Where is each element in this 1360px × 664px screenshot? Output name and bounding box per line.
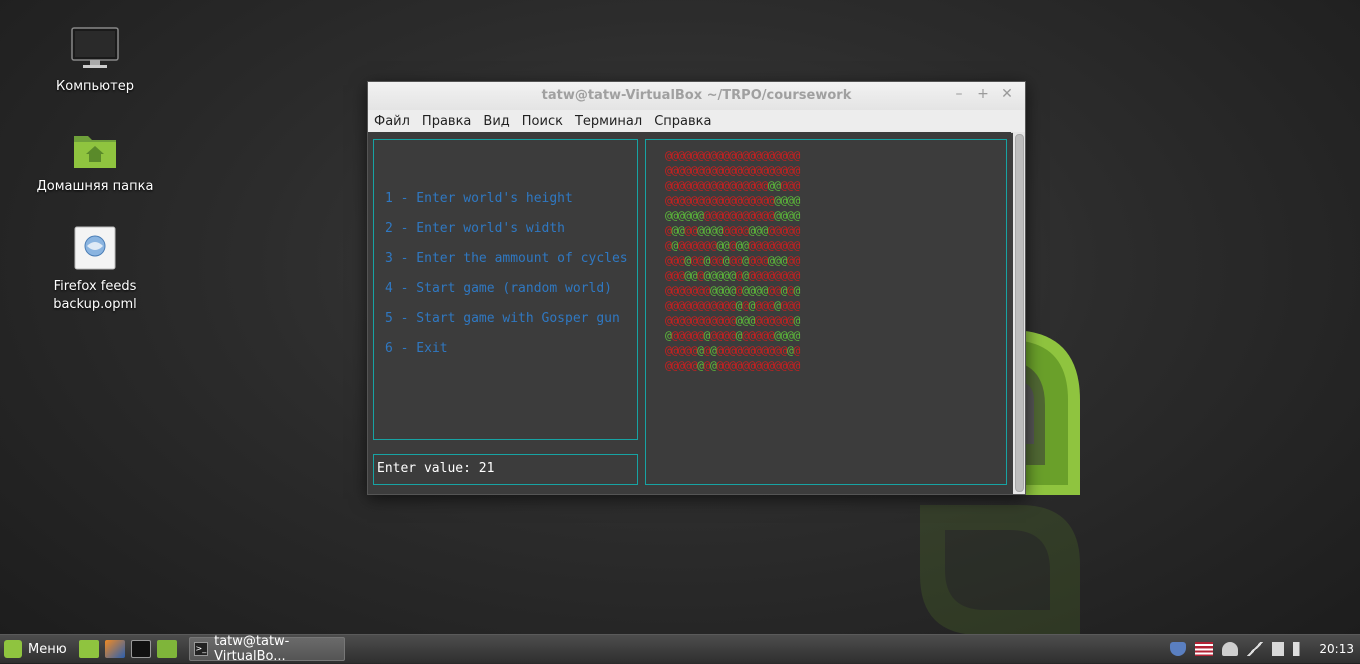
terminal-small-icon: >_ — [193, 642, 209, 656]
home-folder-icon — [35, 132, 155, 174]
options-panel: 1 - Enter world's height 2 - Enter world… — [373, 139, 638, 440]
taskbar-window-button[interactable]: >_ tatw@tatw-VirtualBo... — [188, 634, 345, 664]
world-row: @@@@@@@@@@@@@@@@@@@@@ — [665, 148, 800, 163]
menu-search[interactable]: Поиск — [522, 114, 563, 129]
window-titlebar[interactable]: tatw@tatw-VirtualBox ~/TRPO/coursework –… — [368, 82, 1025, 110]
desktop-icon-computer[interactable]: Компьютер — [35, 26, 155, 96]
terminal-window: tatw@tatw-VirtualBox ~/TRPO/coursework –… — [367, 81, 1026, 495]
menu-view[interactable]: Вид — [483, 114, 509, 129]
menu-help[interactable]: Справка — [654, 114, 711, 129]
world-row: @@@@@@@@@@@@@@@@@@@@@ — [665, 193, 800, 208]
option-exit: 6 - Exit — [385, 341, 448, 356]
scrollbar-thumb[interactable] — [1015, 134, 1024, 492]
option-width: 2 - Enter world's width — [385, 221, 566, 236]
input-prompt: Enter value: 21 — [377, 461, 495, 476]
world-row: @@@@@@@@@@@@@@@@@@@@@ — [665, 298, 800, 313]
mint-menu-icon — [4, 640, 22, 658]
dead-cell: @ — [793, 238, 800, 252]
terminal-icon[interactable] — [130, 640, 151, 658]
dead-cell: @ — [793, 253, 800, 267]
dead-cell: @ — [793, 163, 800, 177]
desktop-icon-home-folder[interactable]: Домашняя папка — [35, 132, 155, 196]
dead-cell: @ — [793, 268, 800, 282]
minimize-button[interactable]: – — [950, 86, 968, 102]
world-row: @@@@@@@@@@@@@@@@@@@@@ — [665, 253, 800, 268]
clipboard-icon[interactable] — [1272, 642, 1285, 656]
menu-edit[interactable]: Правка — [422, 114, 471, 129]
taskbar: Меню >_ tatw@tatw-VirtualBo... 20:13 — [0, 634, 1360, 664]
world-row: @@@@@@@@@@@@@@@@@@@@@ — [665, 283, 800, 298]
files-folder-icon[interactable] — [156, 640, 177, 658]
world-row: @@@@@@@@@@@@@@@@@@@@@ — [665, 268, 800, 283]
start-menu-label: Меню — [28, 641, 67, 657]
menu-terminal[interactable]: Терминал — [575, 114, 642, 129]
world-row: @@@@@@@@@@@@@@@@@@@@@ — [665, 313, 800, 328]
maximize-button[interactable]: + — [974, 86, 992, 102]
network-icon[interactable] — [1247, 642, 1264, 656]
option-height: 1 - Enter world's height — [385, 191, 573, 206]
quick-launch — [78, 640, 183, 658]
dead-cell: @ — [793, 148, 800, 162]
dead-cell: @ — [793, 178, 800, 192]
desktop-icon-opml-file[interactable]: Firefox feeds backup.opml — [35, 226, 155, 314]
dead-cell: @ — [793, 358, 800, 372]
linux-mint-logo-reflection — [920, 505, 1080, 635]
alive-cell: @ — [793, 283, 800, 297]
clock[interactable]: 20:13 — [1319, 642, 1354, 656]
option-cycles: 3 - Enter the ammount of cycles — [385, 251, 628, 266]
window-menubar: Файл Правка Вид Поиск Терминал Справка — [368, 110, 1025, 133]
world-row: @@@@@@@@@@@@@@@@@@@@@ — [665, 223, 800, 238]
world-row: @@@@@@@@@@@@@@@@@@@@@ — [665, 358, 800, 373]
world-row: @@@@@@@@@@@@@@@@@@@@@ — [665, 328, 800, 343]
desktop-icon-label: backup.opml — [53, 297, 137, 312]
alive-cell: @ — [793, 313, 800, 327]
desktop-icon-label: Firefox feeds — [53, 279, 137, 294]
desktop-icon-label: Компьютер — [56, 79, 134, 94]
keyboard-layout-us-flag-icon[interactable] — [1195, 642, 1214, 656]
alive-cell: @ — [793, 328, 800, 342]
start-menu-button[interactable]: Меню — [4, 640, 67, 658]
menu-file[interactable]: Файл — [374, 114, 410, 129]
dead-cell: @ — [793, 343, 800, 357]
world-panel: @@@@@@@@@@@@@@@@@@@@@ @@@@@@@@@@@@@@@@@@@… — [645, 139, 1007, 485]
show-desktop-icon[interactable] — [78, 640, 99, 658]
opml-file-icon — [35, 226, 155, 274]
world-row: @@@@@@@@@@@@@@@@@@@@@ — [665, 238, 800, 253]
window-title: tatw@tatw-VirtualBox ~/TRPO/coursework — [541, 88, 852, 103]
world-row: @@@@@@@@@@@@@@@@@@@@@ — [665, 163, 800, 178]
volume-icon[interactable] — [1293, 642, 1310, 656]
desktop-icon-label: Домашняя папка — [36, 179, 154, 194]
dead-cell: @ — [793, 298, 800, 312]
terminal-area[interactable]: 1 - Enter world's height 2 - Enter world… — [368, 132, 1011, 494]
shield-icon[interactable] — [1170, 642, 1187, 656]
dead-cell: @ — [793, 223, 800, 237]
world-row: @@@@@@@@@@@@@@@@@@@@@ — [665, 208, 800, 223]
close-button[interactable]: ✕ — [998, 86, 1016, 102]
option-random-world: 4 - Start game (random world) — [385, 281, 612, 296]
world-grid: @@@@@@@@@@@@@@@@@@@@@ @@@@@@@@@@@@@@@@@@@… — [665, 148, 800, 373]
system-tray: 20:13 — [1161, 635, 1354, 663]
firefox-icon[interactable] — [104, 640, 125, 658]
terminal-scrollbar[interactable] — [1013, 132, 1025, 494]
computer-icon — [35, 26, 155, 74]
input-panel: Enter value: 21 — [373, 454, 638, 485]
world-row: @@@@@@@@@@@@@@@@@@@@@ — [665, 178, 800, 193]
alive-cell: @ — [793, 208, 800, 222]
taskbar-window-label: tatw@tatw-VirtualBo... — [214, 634, 290, 664]
option-gosper-gun: 5 - Start game with Gosper gun — [385, 311, 620, 326]
user-icon[interactable] — [1222, 642, 1239, 656]
world-row: @@@@@@@@@@@@@@@@@@@@@ — [665, 343, 800, 358]
alive-cell: @ — [793, 193, 800, 207]
